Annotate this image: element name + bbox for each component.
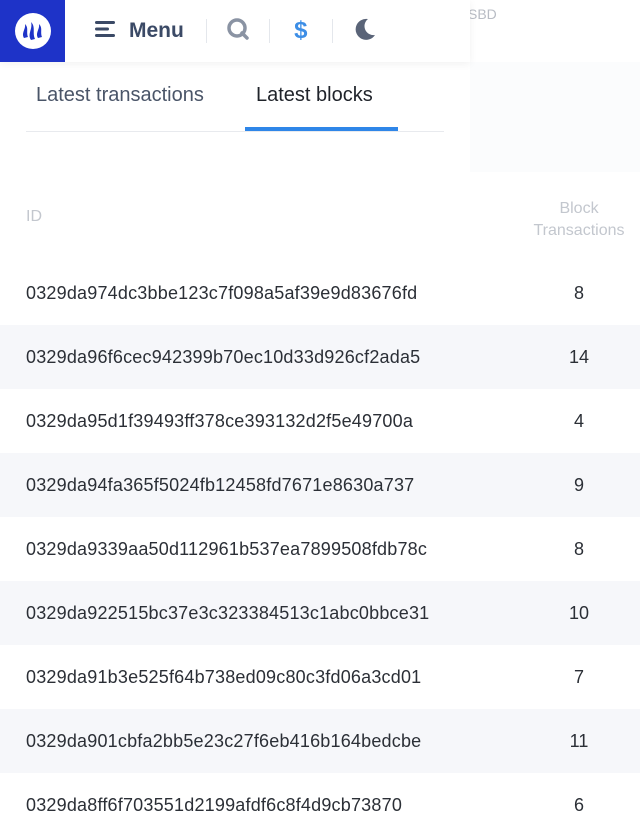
tab-bar: Latest transactions Latest blocks xyxy=(26,72,444,132)
menu-label: Menu xyxy=(129,19,184,42)
background-header-text: SBD xyxy=(468,6,497,22)
block-transaction-count: 8 xyxy=(573,538,584,559)
block-id-link[interactable]: 0329da96f6cec942399b70ec10d33d926cf2ada5 xyxy=(26,347,420,368)
block-id-link[interactable]: 0329da9339aa50d112961b537ea7899508fdb78c xyxy=(26,539,427,560)
block-transaction-count: 8 xyxy=(573,282,584,303)
table-row[interactable]: 0329da922515bc37e3c323384513c1abc0bbce31… xyxy=(0,581,640,645)
table-row[interactable]: 0329da96f6cec942399b70ec10d33d926cf2ada5… xyxy=(0,325,640,389)
block-id-link[interactable]: 0329da974dc3bbe123c7f098a5af39e9d83676fd xyxy=(26,283,417,304)
search-button[interactable] xyxy=(207,11,269,51)
block-id-link[interactable]: 0329da94fa365f5024fb12458fd7671e8630a737 xyxy=(26,475,414,496)
block-transaction-count: 11 xyxy=(569,730,589,751)
tab-latest-transactions[interactable]: Latest transactions xyxy=(36,84,204,107)
steem-logo-icon xyxy=(14,13,51,49)
table-row[interactable]: 0329da95d1f39493ff378ce393132d2f5e49700a… xyxy=(0,389,640,453)
column-header-line-2: Transactions xyxy=(533,222,625,239)
block-transaction-count: 7 xyxy=(573,666,584,687)
table-row[interactable]: 0329da901cbfa2bb5e23c27f6eb416b164bedcbe… xyxy=(0,709,640,773)
tab-latest-blocks[interactable]: Latest blocks xyxy=(256,84,373,107)
search-icon xyxy=(226,17,250,46)
block-transaction-count: 9 xyxy=(573,474,584,495)
block-transaction-count: 14 xyxy=(568,346,590,367)
block-transaction-count: 4 xyxy=(573,410,584,431)
table-row[interactable]: 0329da94fa365f5024fb12458fd7671e8630a737… xyxy=(0,453,640,517)
block-id-link[interactable]: 0329da901cbfa2bb5e23c27f6eb416b164bedcbe xyxy=(26,731,421,752)
dollar-icon: $ xyxy=(294,17,308,44)
steem-logo[interactable] xyxy=(0,0,65,62)
block-id-link[interactable]: 0329da8ff6f703551d2199afdf6c8f4d9cb73870 xyxy=(26,795,402,815)
column-header-block-transactions: Block Transactions xyxy=(519,198,639,242)
theme-toggle-button[interactable] xyxy=(333,11,395,51)
moon-icon xyxy=(351,16,377,47)
background-panel xyxy=(470,62,640,172)
blocks-table: 0329da974dc3bbe123c7f098a5af39e9d83676fd… xyxy=(0,261,640,815)
menu-button[interactable]: Menu xyxy=(95,11,184,51)
column-header-line-1: Block xyxy=(559,200,599,217)
column-header-id: ID xyxy=(26,208,42,225)
table-row[interactable]: 0329da9339aa50d112961b537ea7899508fdb78c… xyxy=(0,517,640,581)
block-transaction-count: 10 xyxy=(568,602,590,623)
currency-button[interactable]: $ xyxy=(270,11,332,51)
block-id-link[interactable]: 0329da95d1f39493ff378ce393132d2f5e49700a xyxy=(26,411,413,432)
block-id-link[interactable]: 0329da91b3e525f64b738ed09c80c3fd06a3cd01 xyxy=(26,667,421,688)
active-tab-indicator xyxy=(245,127,398,131)
hamburger-menu-icon xyxy=(95,20,117,43)
table-row[interactable]: 0329da91b3e525f64b738ed09c80c3fd06a3cd01… xyxy=(0,645,640,709)
block-id-link[interactable]: 0329da922515bc37e3c323384513c1abc0bbce31 xyxy=(26,603,429,624)
table-row[interactable]: 0329da8ff6f703551d2199afdf6c8f4d9cb73870… xyxy=(0,773,640,815)
table-row[interactable]: 0329da974dc3bbe123c7f098a5af39e9d83676fd… xyxy=(0,261,640,325)
top-navigation-bar: Menu $ xyxy=(0,0,470,62)
block-transaction-count: 6 xyxy=(573,794,584,815)
